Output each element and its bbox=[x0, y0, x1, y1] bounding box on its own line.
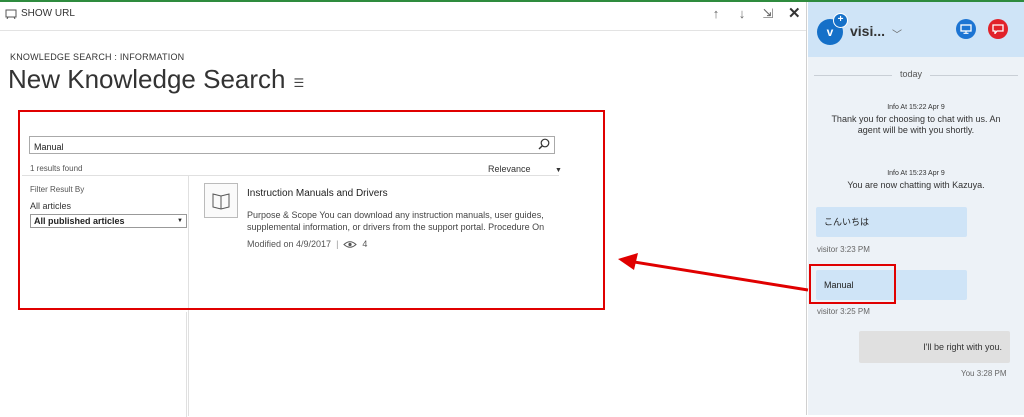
day-separator: today bbox=[892, 69, 931, 79]
lower-divider bbox=[186, 312, 187, 417]
highlight-box-manual-message bbox=[809, 264, 896, 304]
toolbar: SHOW URL ↑ ↓ ⇲ ✕ bbox=[0, 2, 806, 31]
page-title-row: New Knowledge Search ☰ bbox=[8, 64, 304, 95]
arrow-up-icon[interactable]: ↑ bbox=[710, 7, 722, 21]
chevron-down-icon[interactable]: ﹀ bbox=[892, 26, 902, 41]
agent-message-text: I'll be right with you. bbox=[923, 342, 1002, 352]
visitor-name[interactable]: visi... bbox=[850, 23, 885, 39]
monitor-icon bbox=[960, 24, 972, 34]
arrow-down-icon[interactable]: ↓ bbox=[736, 7, 748, 21]
link-icon bbox=[5, 9, 17, 19]
chat-header: v + visi... ﹀ bbox=[808, 2, 1024, 57]
screen-share-button[interactable] bbox=[956, 19, 976, 39]
visitor-message-text: こんいちは bbox=[824, 217, 870, 227]
add-participant-icon[interactable]: + bbox=[833, 13, 848, 28]
message-timestamp: visitor 3:23 PM bbox=[817, 245, 870, 254]
toolbar-icons: ↑ ↓ ⇲ ✕ bbox=[710, 6, 801, 21]
system-message-text: You are now chatting with Kazuya. bbox=[847, 180, 985, 190]
message-timestamp: You 3:28 PM bbox=[961, 369, 1007, 378]
system-message-header: Info At 15:23 Apr 9 bbox=[887, 170, 945, 177]
end-chat-button[interactable] bbox=[988, 19, 1008, 39]
system-message-text: Thank you for choosing to chat with us. … bbox=[831, 114, 1001, 135]
system-message: Info At 15:22 Apr 9 Thank you for choosi… bbox=[808, 104, 1024, 136]
close-icon[interactable]: ✕ bbox=[788, 6, 801, 21]
form-selector-icon[interactable]: ☰ bbox=[294, 76, 305, 90]
show-url-button[interactable]: SHOW URL bbox=[5, 8, 75, 19]
end-chat-icon bbox=[992, 24, 1004, 34]
chat-panel: v + visi... ﹀ today Info At 15:22 Apr 9 … bbox=[808, 2, 1024, 415]
breadcrumb: KNOWLEDGE SEARCH : INFORMATION bbox=[10, 52, 185, 62]
popout-icon[interactable]: ⇲ bbox=[762, 7, 774, 21]
visitor-message-bubble: こんいちは bbox=[816, 207, 967, 237]
highlight-box-search-panel bbox=[18, 110, 605, 310]
page-title: New Knowledge Search bbox=[8, 64, 286, 94]
system-message-header: Info At 15:22 Apr 9 bbox=[887, 104, 945, 111]
message-timestamp: visitor 3:25 PM bbox=[817, 307, 870, 316]
show-url-label: SHOW URL bbox=[21, 8, 75, 19]
system-message: Info At 15:23 Apr 9 You are now chatting… bbox=[808, 170, 1024, 191]
agent-message-bubble: I'll be right with you. bbox=[859, 331, 1010, 363]
